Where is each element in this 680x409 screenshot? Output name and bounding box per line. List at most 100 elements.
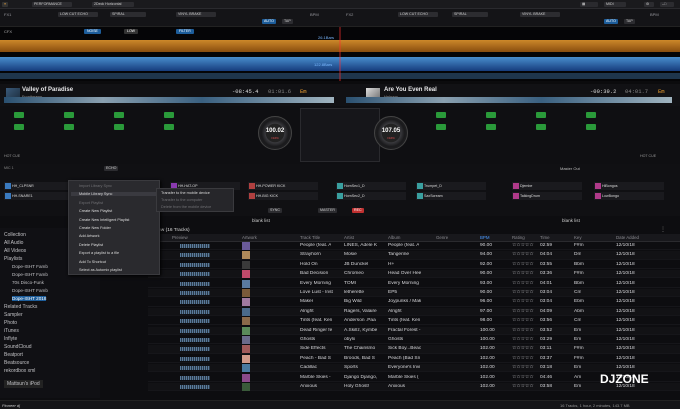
preview-waveform[interactable] — [180, 347, 210, 352]
sidebar-item[interactable]: SoundCloud — [4, 344, 32, 350]
context-menu-item[interactable]: Add Artwork — [79, 234, 99, 238]
deck1-hotcue-e[interactable] — [14, 124, 24, 130]
preview-waveform[interactable] — [180, 366, 210, 371]
midi-icon[interactable]: MIDI — [604, 2, 626, 7]
deck-layout-select[interactable]: 2Deck Horizontal — [92, 2, 134, 7]
column-header[interactable]: Genre — [436, 235, 448, 240]
column-header[interactable]: Preview — [172, 235, 188, 240]
table-row[interactable]: Strayhorn Mosie Tangerine 94.00 ☆☆☆☆☆ 04:04 Dm… — [148, 251, 680, 260]
sampler-pad[interactable]: LowBongo — [594, 192, 664, 200]
context-menu-item[interactable]: Create New Playlist — [79, 209, 112, 213]
preview-waveform[interactable] — [180, 244, 210, 248]
context-menu-item[interactable]: Mobile Library Sync — [71, 192, 157, 197]
context-menu-item[interactable]: Select as Automix playlist — [79, 268, 122, 272]
sampler-pad[interactable]: HornSec1_D — [336, 182, 406, 190]
sampler-sync-button[interactable]: SYNC — [268, 208, 282, 213]
table-row[interactable]: Alright Ragers, Valaire Alright 97.00 ☆☆☆☆☆ 0… — [148, 307, 680, 317]
context-menu-item[interactable]: Export Playlist — [79, 201, 103, 205]
sidebar-item[interactable]: iTunes — [4, 328, 19, 334]
preview-waveform[interactable] — [180, 338, 210, 342]
fx2-slot2[interactable]: SPIRAL — [452, 12, 488, 17]
sampler-pad[interactable]: HH-BIG KICK — [248, 192, 318, 200]
table-row[interactable]: Ghosts obylx Ghosts 100.00 ☆☆☆☆☆ 03:29 Em 12/10… — [148, 336, 680, 345]
context-menu-item[interactable]: Create New Intelligent Playlist — [79, 218, 129, 222]
sidebar-item[interactable]: rekordbox xml — [4, 368, 35, 374]
deck2-hotcue-g[interactable] — [536, 124, 546, 130]
context-menu-item[interactable]: Delete Playlist — [79, 243, 103, 247]
sidebar-item[interactable]: Beatport — [4, 352, 23, 358]
table-row[interactable]: Tints (feat. Ken Anderson .Paa Tints (feat… — [148, 317, 680, 326]
preview-waveform[interactable] — [180, 375, 210, 380]
cfx-tab-noise[interactable]: NOISE — [84, 29, 101, 34]
column-header[interactable]: Track Title — [300, 235, 320, 240]
table-row[interactable]: Hold On JB Dunckel H+ 92.00 ☆☆☆☆☆ 03:55 Bbm 12/… — [148, 260, 680, 270]
sidebar-item[interactable]: Dope-ISHT Famb — [12, 288, 48, 293]
sidebar-item[interactable]: Collection — [4, 232, 26, 238]
deck1-hotcue-h[interactable] — [164, 124, 174, 130]
sampler-pad[interactable]: HH-POWER KICK — [248, 182, 318, 190]
context-submenu-item[interactable]: Delete from the mobile device — [161, 205, 211, 209]
waveform-display[interactable]: CFX NOISE LOW FILTER 26.1Bars 122.8Bars — [0, 27, 680, 81]
column-header[interactable]: Album — [388, 235, 400, 240]
fx2-auto-button[interactable]: AUTO — [604, 19, 618, 24]
context-menu-item[interactable]: Add To Shortcut — [79, 260, 106, 264]
table-row[interactable]: Love Lust - Inst letherette EP5 90.00 ☆☆☆☆☆ 0… — [148, 289, 680, 298]
cfx-tab-low[interactable]: LOW — [124, 29, 138, 34]
sidebar-item[interactable]: Dope-ISHT Famb — [12, 264, 48, 269]
sampler-pad[interactable]: HH-SNARE1 — [4, 192, 74, 200]
mode-select[interactable]: PERFORMANCE — [32, 2, 72, 7]
preview-waveform[interactable] — [180, 328, 210, 333]
menu-icon[interactable]: ≡ — [2, 2, 9, 7]
preview-waveform[interactable] — [180, 253, 210, 258]
deck2-hotcue-a[interactable] — [436, 112, 446, 118]
cfx-tab-filter[interactable]: FILTER — [176, 29, 194, 34]
table-row[interactable]: Maker Big Wild Joypunks / Mak 96.00 ☆☆☆☆☆ 03:… — [148, 298, 680, 307]
column-header[interactable]: BPM — [480, 235, 490, 240]
context-submenu-item[interactable]: Transfer to the computer — [161, 198, 202, 202]
table-row[interactable]: Dead Ringer fe A.Skillz, Kymbe Fractal For… — [148, 326, 680, 335]
column-header[interactable]: Key — [574, 235, 582, 240]
device-button[interactable]: Mattsun's iPod — [4, 380, 43, 388]
preview-waveform[interactable] — [180, 291, 210, 295]
deck1-hotcue-a[interactable] — [14, 112, 24, 118]
sidebar-item[interactable]: Inflyte — [4, 336, 17, 342]
sidebar-item[interactable]: Photo — [4, 320, 17, 326]
preview-waveform[interactable] — [180, 272, 210, 277]
fx2-slot3[interactable]: VINYL BRAKE — [520, 12, 560, 17]
table-row[interactable]: Peach - Bad S Broods, Bad S Peach (Bad Sn 1… — [148, 354, 680, 364]
deck2-hotcue-b[interactable] — [486, 112, 496, 118]
sampler-pad[interactable]: HornSec2_D — [336, 192, 406, 200]
deck2-hotcue-f[interactable] — [486, 124, 496, 130]
preview-waveform[interactable] — [180, 319, 210, 324]
context-menu-item[interactable]: Import Library Sync — [79, 184, 112, 188]
sidebar-item[interactable]: Dope-ISHT 2018 — [12, 296, 47, 301]
preview-waveform[interactable] — [180, 309, 210, 314]
fx1-slot2[interactable]: SPIRAL — [110, 12, 146, 17]
column-header[interactable]: Time — [540, 235, 550, 240]
fx1-slot1[interactable]: LOW CUT ECHO — [58, 12, 98, 17]
column-header[interactable]: Artist — [344, 235, 354, 240]
list-tab-2[interactable]: blank list — [562, 218, 580, 223]
deck2-hotcue-h[interactable] — [586, 124, 596, 130]
sampler-pad[interactable]: SaxScream — [416, 192, 486, 200]
deck2-hotcue-c[interactable] — [536, 112, 546, 118]
deck2-hotcue-e[interactable] — [436, 124, 446, 130]
deck1-hotcue-b[interactable] — [64, 112, 74, 118]
fx1-auto-button[interactable]: AUTO — [262, 19, 276, 24]
column-header[interactable]: Artwork — [242, 235, 257, 240]
deck1-overview-waveform[interactable] — [4, 97, 334, 103]
sampler-pad[interactable]: Djembe — [512, 182, 582, 190]
sidebar-item[interactable]: Sampler — [4, 312, 23, 318]
context-menu-item[interactable]: Create New Folder — [79, 226, 111, 230]
deck1-hotcue-c[interactable] — [114, 112, 124, 118]
table-row[interactable]: Bad Decision Chromeo Head Over Hee 90.00 ☆☆☆… — [148, 270, 680, 279]
fx2-tap-button[interactable]: TAP — [624, 19, 635, 24]
context-menu-item[interactable]: Export a playlist to a file — [79, 251, 119, 255]
sampler-pad[interactable]: HiBongos — [594, 182, 664, 190]
side-tools-icon[interactable]: ⋮ — [660, 226, 666, 233]
sidebar-item[interactable]: Playlists — [4, 256, 22, 262]
settings-icon[interactable]: ⚙ — [644, 2, 654, 7]
preview-waveform[interactable] — [180, 356, 210, 361]
list-tab-1[interactable]: blank list — [252, 218, 270, 223]
deck2-overview-waveform[interactable] — [346, 97, 672, 103]
